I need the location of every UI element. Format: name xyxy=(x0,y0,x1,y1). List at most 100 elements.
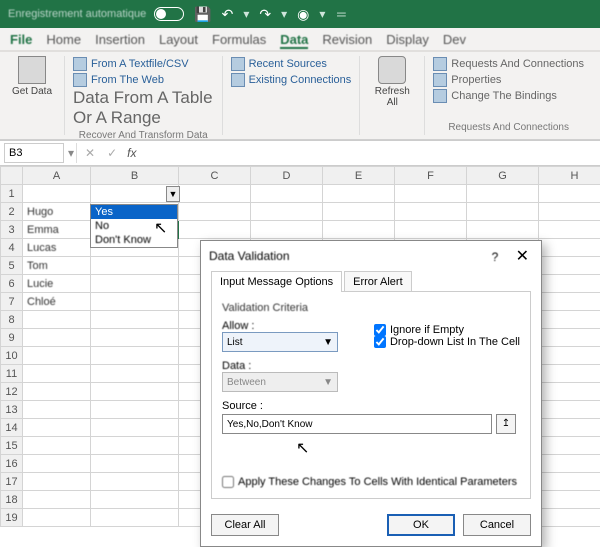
cell[interactable] xyxy=(91,473,179,491)
row-header[interactable]: 19 xyxy=(1,509,23,527)
dropdown-option[interactable]: No xyxy=(91,219,177,233)
row-header[interactable]: 9 xyxy=(1,329,23,347)
cell[interactable]: Emma xyxy=(23,221,91,239)
cell[interactable]: Hugo xyxy=(23,203,91,221)
cell-dropdown-arrow[interactable]: ▼ xyxy=(166,186,180,202)
col-header-C[interactable]: C xyxy=(179,167,251,185)
cell[interactable] xyxy=(539,491,600,509)
tab-display[interactable]: Display xyxy=(386,32,429,47)
apply-same-checkbox[interactable]: Apply These Changes To Cells With Identi… xyxy=(222,476,520,488)
dropdown-option[interactable]: Yes xyxy=(91,205,177,219)
cell[interactable] xyxy=(395,185,467,203)
undo-icon[interactable]: ↶ xyxy=(222,6,234,23)
cell[interactable] xyxy=(539,455,600,473)
existing-connections-button[interactable]: Existing Connections xyxy=(231,72,352,88)
cancel-button[interactable]: Cancel xyxy=(463,514,531,536)
cell[interactable] xyxy=(91,383,179,401)
col-header-F[interactable]: F xyxy=(395,167,467,185)
cell[interactable] xyxy=(539,437,600,455)
ok-button[interactable]: OK xyxy=(387,514,455,536)
cell[interactable] xyxy=(251,185,323,203)
cell[interactable] xyxy=(179,185,251,203)
cell[interactable] xyxy=(91,329,179,347)
dropdown-option[interactable]: Don't Know xyxy=(91,233,177,247)
row-header[interactable]: 13 xyxy=(1,401,23,419)
cell[interactable] xyxy=(539,365,600,383)
ignore-empty-checkbox[interactable]: Ignore if Empty xyxy=(374,324,520,336)
cell[interactable] xyxy=(23,365,91,383)
row-header[interactable]: 4 xyxy=(1,239,23,257)
name-box[interactable] xyxy=(4,143,64,163)
cell[interactable] xyxy=(91,491,179,509)
cell[interactable] xyxy=(23,185,91,203)
cell[interactable] xyxy=(539,311,600,329)
formula-input[interactable] xyxy=(143,143,600,163)
cell[interactable] xyxy=(23,383,91,401)
save-icon[interactable]: 💾 xyxy=(194,6,211,23)
row-header[interactable]: 1 xyxy=(1,185,23,203)
cell[interactable] xyxy=(23,311,91,329)
dialog-tab-options[interactable]: Input Message Options xyxy=(211,271,342,292)
cell[interactable] xyxy=(539,239,600,257)
cell[interactable]: Tom xyxy=(23,257,91,275)
change-bindings-button[interactable]: Change The Bindings xyxy=(433,88,584,104)
cell[interactable] xyxy=(323,221,395,239)
cell[interactable] xyxy=(23,419,91,437)
cell[interactable] xyxy=(539,203,600,221)
clear-all-button[interactable]: Clear All xyxy=(211,514,279,536)
cell[interactable] xyxy=(539,473,600,491)
cell[interactable] xyxy=(23,401,91,419)
refresh-all-button[interactable]: Refresh All xyxy=(368,56,416,108)
row-header[interactable]: 12 xyxy=(1,383,23,401)
cell[interactable] xyxy=(539,509,600,527)
cell[interactable] xyxy=(23,347,91,365)
row-header[interactable]: 3 xyxy=(1,221,23,239)
camera-icon[interactable]: ◉ xyxy=(297,6,309,23)
row-header[interactable]: 18 xyxy=(1,491,23,509)
close-icon[interactable]: ✕ xyxy=(512,248,533,265)
cell[interactable] xyxy=(539,221,600,239)
cell[interactable] xyxy=(467,221,539,239)
autosave-toggle[interactable] xyxy=(154,7,184,21)
cell[interactable] xyxy=(23,491,91,509)
cell[interactable] xyxy=(91,275,179,293)
tab-data[interactable]: Data xyxy=(280,32,308,49)
cell[interactable] xyxy=(91,419,179,437)
incell-dropdown-checkbox[interactable]: Drop-down List In The Cell xyxy=(374,336,520,348)
properties-button[interactable]: Properties xyxy=(433,72,584,88)
row-header[interactable]: 6 xyxy=(1,275,23,293)
row-header[interactable]: 14 xyxy=(1,419,23,437)
cell[interactable] xyxy=(323,203,395,221)
row-header[interactable]: 7 xyxy=(1,293,23,311)
cell[interactable]: Chloé xyxy=(23,293,91,311)
cell[interactable] xyxy=(179,221,251,239)
get-data-button[interactable]: Get Data xyxy=(8,56,56,97)
cell[interactable] xyxy=(91,365,179,383)
cell[interactable] xyxy=(539,185,600,203)
row-header[interactable]: 8 xyxy=(1,311,23,329)
row-header[interactable]: 5 xyxy=(1,257,23,275)
cell[interactable] xyxy=(91,293,179,311)
range-picker-icon[interactable]: ↥ xyxy=(496,414,516,434)
cell[interactable] xyxy=(23,437,91,455)
cell[interactable] xyxy=(91,311,179,329)
cell[interactable] xyxy=(23,473,91,491)
row-header[interactable]: 2 xyxy=(1,203,23,221)
row-header[interactable]: 10 xyxy=(1,347,23,365)
cell[interactable] xyxy=(23,455,91,473)
col-header-G[interactable]: G xyxy=(467,167,539,185)
cell[interactable] xyxy=(539,347,600,365)
cell[interactable] xyxy=(539,257,600,275)
col-header-B[interactable]: B xyxy=(91,167,179,185)
row-header[interactable]: 11 xyxy=(1,365,23,383)
source-input[interactable] xyxy=(222,414,492,434)
cell[interactable] xyxy=(395,203,467,221)
col-header-A[interactable]: A xyxy=(23,167,91,185)
cell[interactable] xyxy=(91,401,179,419)
cell[interactable]: Lucas xyxy=(23,239,91,257)
tab-layout[interactable]: Layout xyxy=(159,32,198,47)
cell[interactable] xyxy=(539,419,600,437)
cell[interactable] xyxy=(539,329,600,347)
requests-button[interactable]: Requests And Connections xyxy=(433,56,584,72)
dialog-tab-error[interactable]: Error Alert xyxy=(344,271,412,292)
